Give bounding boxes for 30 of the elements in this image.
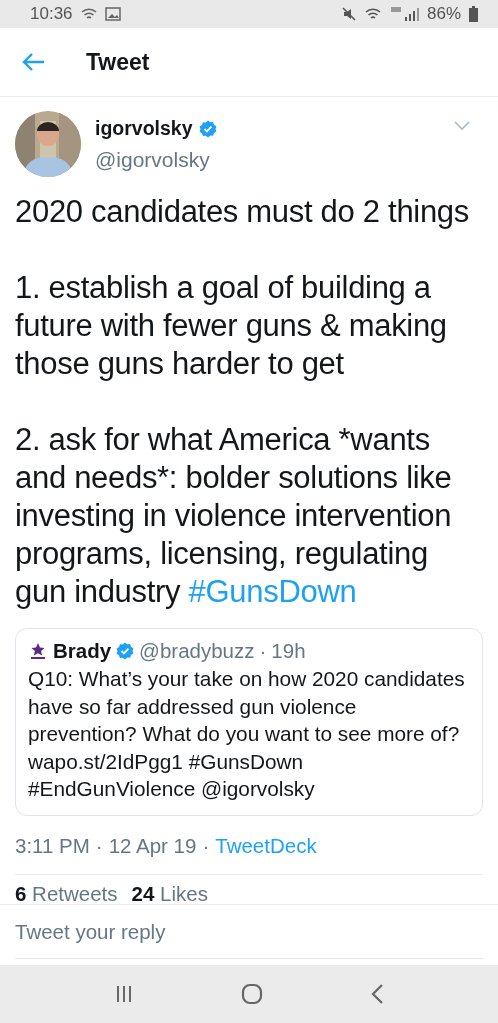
tweet-time: 3:11 PM xyxy=(15,833,90,858)
wifi-icon xyxy=(80,7,97,21)
quoted-handle: @bradybuzz xyxy=(139,639,255,663)
quoted-author-name: Brady xyxy=(53,639,112,663)
mute-icon xyxy=(340,6,357,22)
tweet-text: 2020 candidates must do 2 things xyxy=(15,193,470,231)
stat-count[interactable]: 24 Likes xyxy=(131,882,208,901)
wifi-icon xyxy=(364,6,381,22)
quoted-time: 19h xyxy=(271,639,306,663)
tweet-text: 2. ask for what America *wants and needs*: bolder solutions like investing in violence intervention programs, licensing, regulating gun industry #GunsDown xyxy=(15,421,453,611)
tweet-date: 12 Apr 19 xyxy=(108,833,197,858)
clock-time: 10:36 xyxy=(30,4,73,24)
quoted-tweet-card[interactable] xyxy=(15,628,483,816)
quoted-text: Q10: What’s your take on how 2020 candidates have so far addressed gun violence prevention? What do you want to see more of? wapo.st/2IdPgg1 #GunsDown #EndGunViolence @igorvolsky xyxy=(28,666,466,802)
back-arrow-icon[interactable] xyxy=(22,52,46,72)
separator-dot: · xyxy=(202,833,210,858)
stat-count[interactable]: 6 Retweets xyxy=(15,882,118,901)
author-name[interactable]: igorvolsky xyxy=(95,117,193,140)
tweet-text: 1. establish a goal of building a future with fewer guns & making those guns harder to get xyxy=(15,269,448,383)
separator-dot: · xyxy=(95,833,103,858)
page-title: Tweet xyxy=(86,48,150,76)
back-icon[interactable] xyxy=(370,983,385,1005)
signal-icon xyxy=(388,6,419,22)
battery-percent: 86% xyxy=(426,4,461,24)
image-icon xyxy=(104,7,121,21)
battery-icon xyxy=(469,6,478,22)
author-handle[interactable]: @igorvolsky xyxy=(95,148,217,172)
separator-dot: · xyxy=(259,639,267,663)
star-logo-icon xyxy=(28,642,48,660)
home-icon[interactable] xyxy=(241,983,263,1005)
